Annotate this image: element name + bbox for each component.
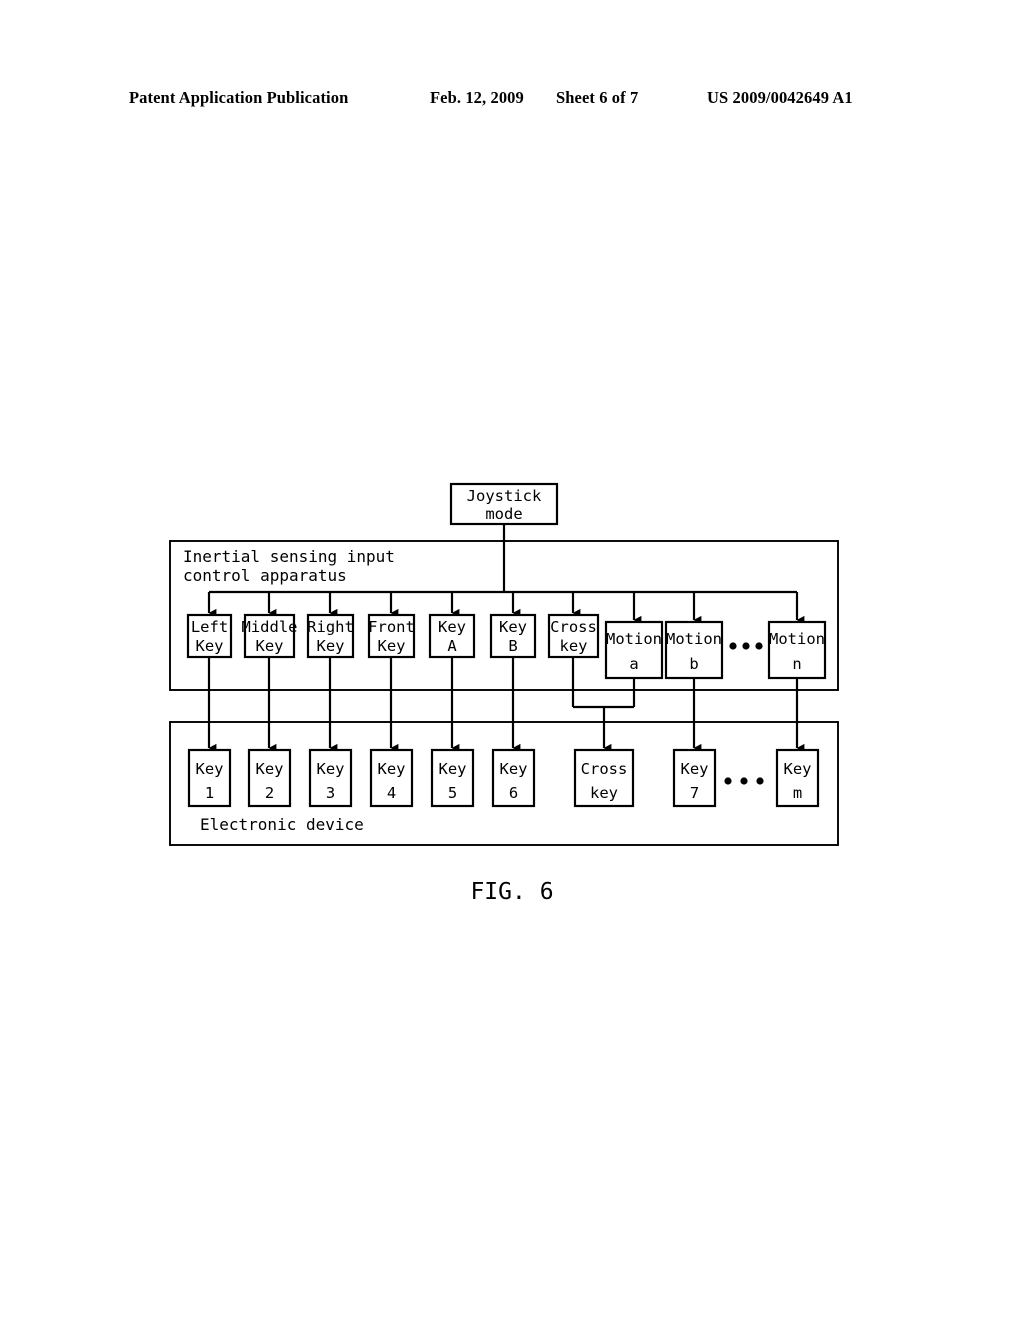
motion-box-a: Motion a — [604, 620, 664, 680]
output-key-5-line1: Key — [439, 760, 467, 778]
output-key-5-line2: 5 — [448, 784, 457, 802]
output-key-7-line2: 7 — [690, 784, 699, 802]
output-box-key-7: Key 7 — [672, 748, 717, 808]
joystick-mode-box: Joystick mode — [449, 482, 559, 526]
input-box-key-b: Key B — [489, 613, 537, 659]
output-key-1-line2: 1 — [205, 784, 214, 802]
input-front-key-line2: Key — [378, 637, 406, 655]
output-key-7-line1: Key — [681, 760, 709, 778]
electronic-device-label: Electronic device — [200, 815, 364, 834]
input-box-right-key: Right Key — [306, 613, 355, 659]
output-ellipsis — [724, 777, 764, 785]
output-box-key-6: Key 6 — [491, 748, 536, 808]
figure-6-diagram: Joystick mode Inertial sensing input con… — [169, 482, 839, 846]
motion-b-line1: Motion — [666, 630, 722, 648]
output-key-3-line1: Key — [317, 760, 345, 778]
input-box-middle-key: Middle Key — [242, 613, 298, 659]
output-key-4-line2: 4 — [387, 784, 396, 802]
apparatus-label-line2: control apparatus — [183, 566, 347, 585]
output-key-2-line2: 2 — [265, 784, 274, 802]
output-box-key-4: Key 4 — [369, 748, 414, 808]
motion-n-line1: Motion — [769, 630, 825, 648]
patent-page: Patent Application Publication Feb. 12, … — [0, 0, 1024, 1320]
output-cross-key-line2: key — [590, 784, 618, 802]
output-key-6-line2: 6 — [509, 784, 518, 802]
output-key-2-line1: Key — [256, 760, 284, 778]
input-cross-key-line2: key — [560, 637, 588, 655]
input-key-a-line1: Key — [438, 618, 466, 636]
motion-ellipsis — [729, 642, 763, 650]
output-box-key-3: Key 3 — [308, 748, 353, 808]
output-cross-key-line1: Cross — [581, 760, 628, 778]
motion-box-b: Motion b — [664, 620, 724, 680]
output-key-3-line2: 3 — [326, 784, 335, 802]
input-left-key-line2: Key — [196, 637, 224, 655]
input-left-key-line1: Left — [191, 618, 228, 636]
output-box-key-2: Key 2 — [247, 748, 292, 808]
output-key-m-line1: Key — [784, 760, 812, 778]
input-right-key-line2: Key — [317, 637, 345, 655]
input-box-cross-key: Cross key — [547, 613, 600, 659]
input-key-a-line2: A — [447, 637, 457, 655]
output-box-key-m: Key m — [775, 748, 820, 808]
input-cross-key-line1: Cross — [550, 618, 597, 636]
output-key-6-line1: Key — [500, 760, 528, 778]
input-box-front-key: Front Key — [367, 613, 416, 659]
motion-b-line2: b — [689, 655, 698, 673]
input-middle-key-line2: Key — [256, 637, 284, 655]
input-key-b-line2: B — [508, 637, 517, 655]
output-key-1-line1: Key — [196, 760, 224, 778]
figure-caption: FIG. 6 — [470, 879, 554, 905]
input-front-key-line1: Front — [368, 618, 415, 636]
input-right-key-line1: Right — [307, 618, 354, 636]
output-box-key-1: Key 1 — [187, 748, 232, 808]
output-key-m-line2: m — [793, 784, 802, 802]
apparatus-label-line1: Inertial sensing input — [183, 547, 395, 566]
motion-box-n: Motion n — [767, 620, 827, 680]
output-box-key-5: Key 5 — [430, 748, 475, 808]
input-box-left-key: Left Key — [186, 613, 233, 659]
input-key-b-line1: Key — [499, 618, 527, 636]
input-middle-key-line1: Middle — [242, 618, 298, 636]
joystick-mode-line2: mode — [485, 505, 522, 523]
input-box-key-a: Key A — [428, 613, 476, 659]
output-key-4-line1: Key — [378, 760, 406, 778]
motion-a-line1: Motion — [606, 630, 662, 648]
output-box-cross-key: Cross key — [573, 748, 635, 808]
joystick-mode-line1: Joystick — [467, 487, 542, 505]
motion-a-line2: a — [629, 655, 638, 673]
motion-n-line2: n — [792, 655, 801, 673]
